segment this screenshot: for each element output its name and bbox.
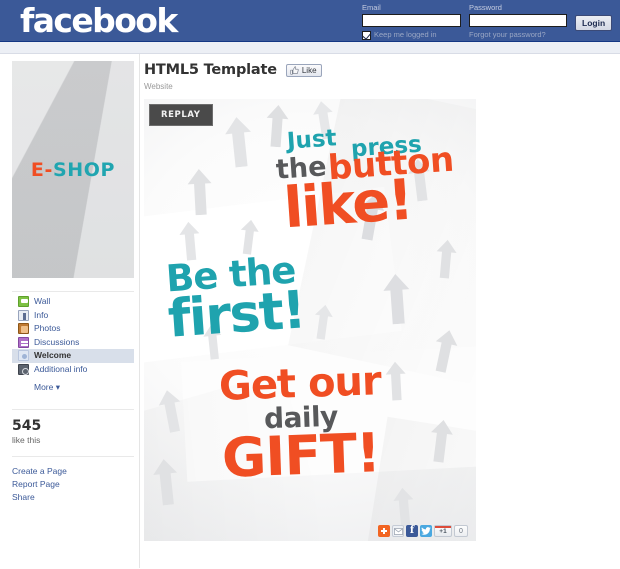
promo-text-like: like!: [281, 167, 414, 242]
page-title: HTML5 Template: [144, 62, 277, 78]
discussions-icon: [18, 336, 29, 348]
sidebar-item-photos[interactable]: Photos: [12, 322, 134, 336]
likes-count: 545: [12, 418, 42, 434]
eshop-logo-suffix: SHOP: [53, 159, 116, 181]
password-input[interactable]: [469, 14, 567, 27]
main-content: HTML5 Template Like Website REPLAY Just …: [144, 62, 480, 541]
facebook-logo[interactable]: facebook: [20, 1, 178, 40]
welcome-icon: [18, 350, 29, 362]
sidebar-more-row: More ▾: [12, 377, 134, 395]
promo-text-get-our: Get our: [218, 358, 382, 410]
arrow-icon: [382, 273, 411, 325]
keep-logged-in-checkbox[interactable]: [362, 30, 371, 40]
sidebar-nav: Wall Info Photos Discussions Welcome Add: [12, 291, 134, 395]
eshop-logo-prefix: E-: [30, 159, 53, 181]
facebook-share-icon[interactable]: f: [406, 525, 418, 537]
sidebar-item-info[interactable]: Info: [12, 309, 134, 323]
arrow-icon: [187, 168, 213, 216]
share-link[interactable]: Share: [12, 491, 134, 504]
sidebar-item-additional-info[interactable]: Additional info: [12, 363, 134, 377]
email-label: Email: [362, 3, 381, 12]
title-row: HTML5 Template Like: [144, 62, 480, 78]
promo-canvas[interactable]: REPLAY Just press the button like! Be th…: [144, 99, 476, 541]
create-a-page-link[interactable]: Create a Page: [12, 465, 134, 478]
report-page-link[interactable]: Report Page: [12, 478, 134, 491]
sidebar-more-link[interactable]: More ▾: [34, 382, 60, 392]
profile-picture[interactable]: E-SHOP: [12, 61, 134, 278]
keep-logged-in-label: Keep me logged in: [374, 30, 437, 39]
additional-info-icon: [18, 363, 29, 375]
like-button-label: Like: [301, 65, 317, 75]
sidebar-item-label: Welcome: [34, 350, 72, 361]
likes-label: like this: [12, 435, 41, 445]
forgot-password-link[interactable]: Forgot your password?: [469, 30, 567, 40]
login-button[interactable]: Login: [575, 15, 613, 31]
sidebar-footer-links: Create a Page Report Page Share: [12, 456, 134, 504]
social-share-bar: f +1 0: [378, 525, 468, 537]
email-field-group: Email Keep me logged in: [362, 3, 461, 40]
sidebar-item-label: Info: [34, 309, 49, 320]
google-plus-one-button[interactable]: +1: [434, 525, 452, 537]
arrow-icon: [265, 104, 290, 148]
sidebar-item-label: Photos: [34, 323, 61, 334]
eshop-logo: E-SHOP: [12, 159, 134, 181]
addthis-icon[interactable]: [378, 525, 390, 537]
sidebar-item-welcome[interactable]: Welcome: [12, 349, 134, 363]
photos-icon: [18, 323, 29, 335]
password-label: Password: [469, 3, 502, 12]
page-body: E-SHOP Wall Info Photos Discussions Welc…: [0, 54, 620, 568]
keep-logged-in-row[interactable]: Keep me logged in: [362, 30, 461, 40]
sidebar-item-label: Additional info: [34, 363, 88, 374]
replay-button[interactable]: REPLAY: [149, 104, 213, 126]
twitter-share-icon[interactable]: [420, 525, 432, 537]
share-count-badge: 0: [454, 525, 468, 537]
sidebar-item-discussions[interactable]: Discussions: [12, 336, 134, 350]
email-share-icon[interactable]: [392, 525, 404, 537]
wall-icon: [18, 296, 29, 308]
info-icon: [18, 309, 29, 321]
login-form: Email Keep me logged in Password Forgot …: [362, 3, 613, 40]
sidebar-item-label: Discussions: [34, 336, 80, 347]
arrow-icon: [385, 361, 407, 402]
email-input[interactable]: [362, 14, 461, 27]
arrow-icon: [223, 116, 254, 168]
top-sub-bar: [0, 42, 620, 54]
facebook-top-bar: facebook Email Keep me logged in Passwor…: [0, 0, 620, 42]
column-divider: [139, 54, 140, 568]
like-button[interactable]: Like: [285, 63, 322, 77]
thumbs-up-icon: [290, 65, 299, 75]
password-field-group: Password Forgot your password?: [469, 3, 567, 40]
arrow-icon: [392, 486, 415, 528]
sidebar-item-label: Wall: [34, 296, 51, 307]
likes-block: 545 like this: [12, 409, 134, 445]
left-sidebar: E-SHOP Wall Info Photos Discussions Welc…: [12, 61, 134, 504]
promo-text-first: first!: [166, 280, 307, 350]
arrow-icon: [434, 238, 457, 280]
page-category: Website: [144, 82, 173, 91]
sidebar-item-wall[interactable]: Wall: [12, 295, 134, 309]
arrow-icon: [152, 458, 181, 506]
promo-text-gift: GIFT!: [220, 421, 381, 490]
